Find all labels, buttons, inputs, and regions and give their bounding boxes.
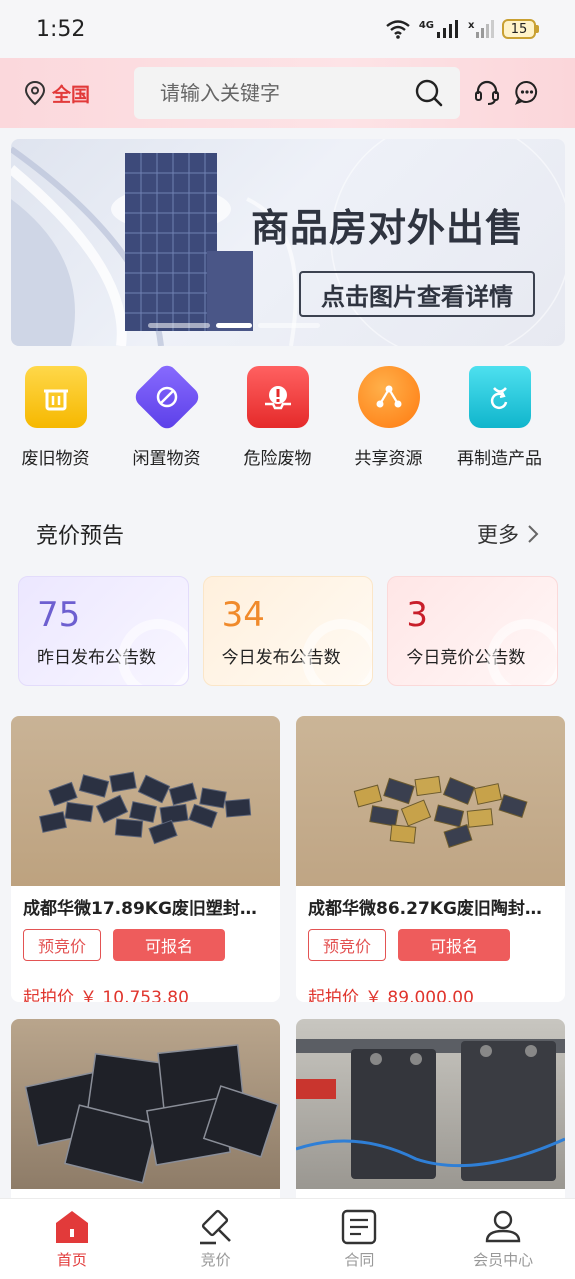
product-image: [11, 716, 280, 886]
category-remanufactured[interactable]: 再制造产品: [444, 366, 555, 481]
status-icons: 4G x 15: [385, 19, 539, 39]
price-value: ￥ 89,000.00: [365, 988, 474, 1002]
price-label: 起拍价: [308, 988, 359, 1002]
product-image: [11, 1019, 280, 1189]
register-button[interactable]: 可报名: [398, 929, 510, 961]
product-tags: 预竞价 可报名: [296, 919, 565, 961]
gavel-icon: [199, 1209, 231, 1245]
stat-card-today[interactable]: 34 今日发布公告数: [202, 576, 374, 686]
pre-auction-badge: 预竞价: [23, 929, 101, 961]
tab-contract[interactable]: 合同: [288, 1199, 432, 1279]
signal-icon: [437, 20, 458, 38]
pre-auction-badge: 预竞价: [308, 929, 386, 961]
more-link[interactable]: 更多: [477, 519, 539, 549]
message-icon[interactable]: [514, 79, 540, 105]
battery-icon: 15: [502, 19, 539, 39]
banner-dot: [148, 323, 210, 328]
home-icon: [55, 1211, 88, 1243]
category-grid: 废旧物资 闲置物资 危险废物 共享资源 再制造产品: [0, 361, 575, 481]
puzzle-icon: [131, 361, 202, 433]
banner-dot-active: [216, 323, 252, 328]
product-price: 起拍价 ￥ 10,753.80: [11, 961, 280, 1002]
product-card[interactable]: 成都华微17.89KG废旧塑封框… 预竞价 可报名 起拍价 ￥ 10,753.8…: [11, 716, 280, 1002]
register-button[interactable]: 可报名: [113, 929, 225, 961]
header-actions: [474, 79, 540, 107]
refresh-bag-icon: [468, 366, 531, 428]
status-bar: 1:52 4G x 15: [0, 0, 575, 58]
banner-pagination: [148, 323, 320, 328]
chevron-right-icon: [528, 525, 539, 543]
category-label: 废旧物资: [21, 449, 90, 469]
category-label: 危险废物: [243, 449, 312, 469]
section-title: 竞价预告: [36, 524, 125, 549]
promo-banner[interactable]: 商品房对外出售 点击图片查看详情: [11, 139, 565, 346]
category-waste-materials[interactable]: 废旧物资: [0, 366, 111, 481]
search-icon[interactable]: [414, 78, 444, 108]
customer-service-icon[interactable]: [474, 79, 500, 107]
product-card[interactable]: [11, 1019, 280, 1219]
stat-card-yesterday[interactable]: 75 昨日发布公告数: [18, 576, 189, 686]
warning-box-icon: [246, 366, 309, 428]
search-input[interactable]: [160, 81, 414, 105]
category-hazardous-waste[interactable]: 危险废物: [222, 366, 333, 481]
search-bar[interactable]: [134, 67, 460, 119]
tab-label: 合同: [344, 1251, 375, 1269]
document-icon: [342, 1209, 377, 1245]
tab-member-center[interactable]: 会员中心: [431, 1199, 575, 1279]
category-idle-materials[interactable]: 闲置物资: [111, 361, 222, 481]
product-image: [296, 716, 565, 886]
category-label: 闲置物资: [132, 449, 201, 469]
top-header: 全国: [0, 58, 575, 128]
category-label: 共享资源: [354, 449, 423, 469]
category-shared-resources[interactable]: 共享资源: [333, 366, 444, 481]
app-screen: 1:52 4G x 15 全国 请输入关键字 商品房对外出售 点击图片查看详情 …: [0, 0, 575, 1279]
share-icon: [357, 366, 420, 428]
signal-off-icon: x: [468, 20, 494, 38]
location-label: 全国: [52, 83, 91, 106]
category-label: 再制造产品: [457, 449, 542, 469]
bottom-tab-bar: 首页 竞价 合同 会员中心: [0, 1198, 575, 1279]
stats-row: 75 昨日发布公告数 34 今日发布公告数 3 今日竞价公告数: [18, 576, 559, 686]
product-image: [296, 1019, 565, 1189]
wifi-icon: [386, 20, 410, 39]
network-type: 4G: [418, 19, 434, 31]
tab-label: 首页: [56, 1251, 87, 1269]
status-time: 1:52: [36, 16, 86, 42]
tab-label: 竞价: [200, 1251, 231, 1269]
user-icon: [485, 1210, 521, 1243]
product-price: 起拍价 ￥ 89,000.00: [296, 961, 565, 1002]
tab-label: 会员中心: [473, 1251, 534, 1269]
product-tags: 预竞价 可报名: [11, 919, 280, 961]
location-pin-icon: [24, 80, 46, 106]
product-card[interactable]: [296, 1019, 565, 1219]
product-title: 成都华微17.89KG废旧塑封框…: [23, 899, 274, 919]
more-label: 更多: [477, 523, 519, 547]
stat-card-auction-today[interactable]: 3 今日竞价公告数: [387, 576, 559, 686]
product-card[interactable]: 成都华微86.27KG废旧陶封类… 预竞价 可报名 起拍价 ￥ 89,000.0…: [296, 716, 565, 1002]
product-title: 成都华微86.27KG废旧陶封类…: [308, 899, 559, 919]
tab-auction[interactable]: 竞价: [144, 1199, 288, 1279]
banner-dot: [258, 323, 320, 328]
price-label: 起拍价: [23, 988, 74, 1002]
price-value: ￥ 10,753.80: [80, 988, 189, 1002]
auction-notice-header: 竞价预告 更多: [0, 512, 575, 556]
box-trash-icon: [24, 366, 87, 428]
tab-home[interactable]: 首页: [0, 1199, 144, 1279]
location-selector[interactable]: 全国: [24, 80, 134, 107]
banner-title: 商品房对外出售: [251, 206, 525, 250]
svg-text:x: x: [468, 20, 475, 31]
banner-subtitle: 点击图片查看详情: [299, 271, 535, 317]
